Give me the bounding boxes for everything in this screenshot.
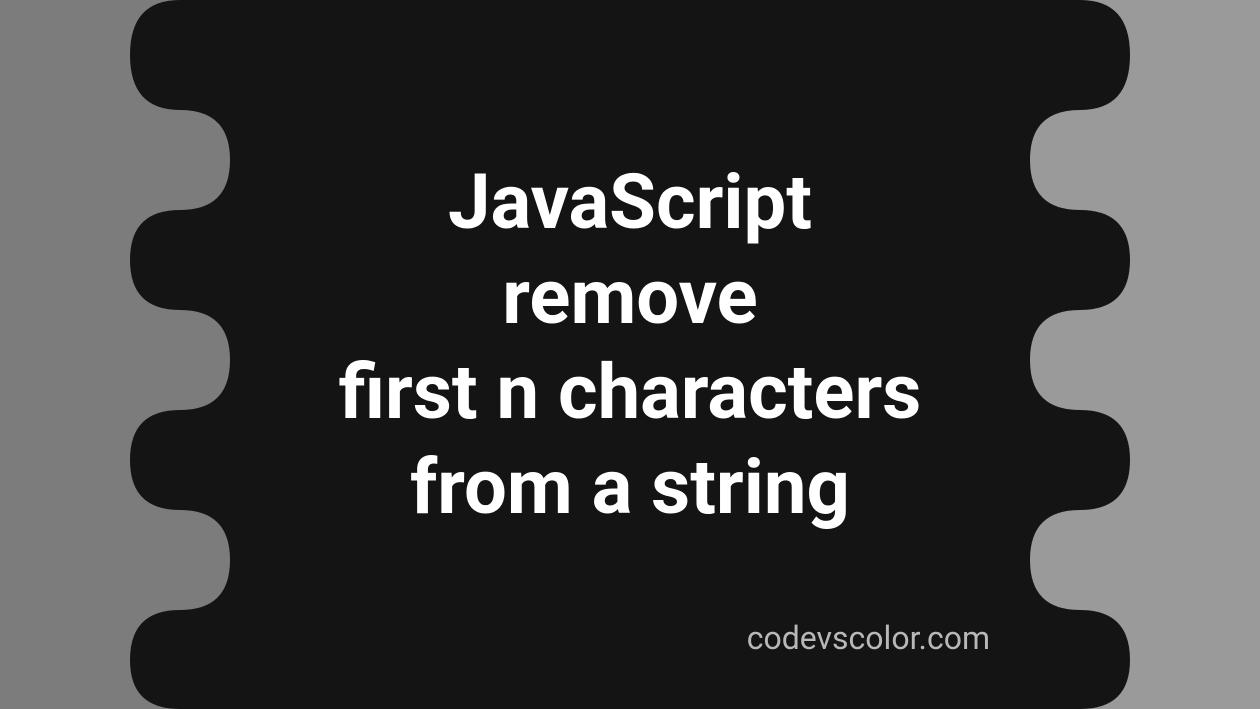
- attribution-text: codevscolor.com: [747, 619, 990, 657]
- blob-shape-icon: [0, 0, 1260, 709]
- banner-canvas: JavaScript remove first n characters fro…: [0, 0, 1260, 709]
